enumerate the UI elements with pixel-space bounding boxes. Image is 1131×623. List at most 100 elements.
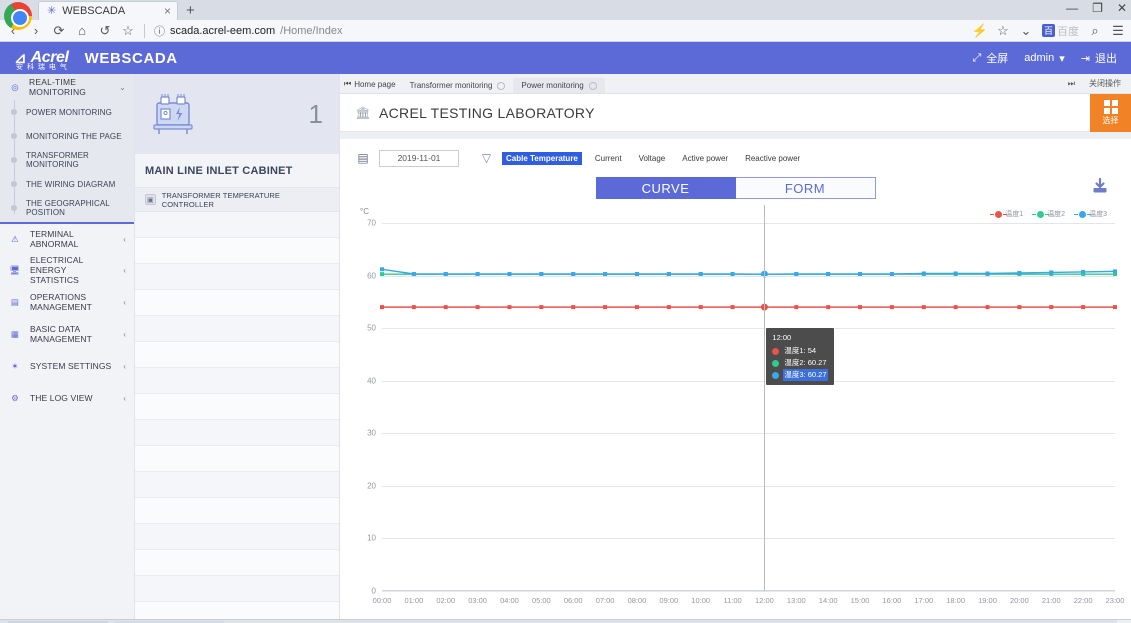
device-card[interactable]: 1 — [135, 74, 339, 154]
sidebar-item-power-monitoring[interactable]: POWER MONITORING — [0, 100, 134, 124]
filter-tab-cable-temperature[interactable]: Cable Temperature — [502, 152, 582, 165]
close-operation-label[interactable]: 关闭操作 — [1089, 78, 1121, 89]
tab-label: Power monitoring — [521, 81, 583, 90]
series-point[interactable] — [380, 267, 384, 271]
sidebar-group-realtime-monitoring[interactable]: ◎ REAL-TIME MONITORING ⌄ — [0, 74, 134, 100]
flash-icon[interactable]: ⚡ — [973, 24, 987, 38]
series-point[interactable] — [667, 305, 671, 309]
series-point[interactable] — [444, 305, 448, 309]
address-bar[interactable]: ⓘ scada.acrel-eem.com /Home/Index — [154, 23, 964, 39]
tab-curve[interactable]: CURVE — [596, 177, 736, 199]
tab-power-monitoring[interactable]: Power monitoring — [513, 78, 604, 93]
maximize-icon[interactable]: ❐ — [1092, 1, 1103, 15]
menu-icon[interactable]: ☰ — [1111, 24, 1125, 38]
series-point[interactable] — [380, 305, 384, 309]
filter-icon[interactable]: ▽ — [480, 152, 493, 165]
fullscreen-button[interactable]: ⤢ 全屏 — [972, 50, 1008, 66]
close-icon[interactable] — [589, 82, 597, 90]
series-point[interactable] — [1049, 305, 1053, 309]
series-point[interactable] — [731, 305, 735, 309]
y-axis-unit: °C — [360, 207, 369, 216]
chrome-logo-icon — [4, 2, 32, 30]
series-point[interactable] — [507, 305, 511, 309]
series-point[interactable] — [826, 305, 830, 309]
series-point[interactable] — [603, 305, 607, 309]
table-row — [135, 576, 339, 602]
history-icon[interactable]: ↺ — [98, 24, 112, 38]
select-button[interactable]: 选择 — [1090, 94, 1131, 132]
calendar-icon[interactable]: ▤ — [356, 151, 370, 165]
series-point[interactable] — [1081, 305, 1085, 309]
next-icon[interactable]: ⏭ — [1068, 79, 1075, 89]
series-point[interactable] — [476, 305, 480, 309]
series-point[interactable] — [794, 305, 798, 309]
legend-item-1[interactable]: 温度1 — [995, 209, 1023, 219]
sidebar-item-the-geographical-position[interactable]: THE GEOGRAPHICAL POSITION — [0, 196, 134, 220]
tab-transformer-monitoring[interactable]: Transformer monitoring — [402, 78, 514, 93]
series-point[interactable] — [986, 305, 990, 309]
forward-icon[interactable]: › — [29, 24, 43, 38]
series-point[interactable] — [1113, 269, 1117, 273]
sidebar-item-transformer-monitoring[interactable]: TRANSFORMER MONITORING — [0, 148, 134, 172]
sidebar-item-terminal-abnormal[interactable]: ⚠ TERMINAL ABNORMAL ‹ — [0, 222, 134, 254]
legend-item-3[interactable]: 温度3 — [1079, 209, 1107, 219]
close-icon[interactable]: × — [164, 4, 171, 18]
series-point[interactable] — [1017, 271, 1021, 275]
series-point[interactable] — [858, 305, 862, 309]
user-label: admin — [1024, 52, 1054, 64]
series-point[interactable] — [571, 305, 575, 309]
series-point[interactable] — [890, 305, 894, 309]
filter-tab-reactive-power[interactable]: Reactive power — [741, 152, 804, 165]
close-window-icon[interactable]: ✕ — [1117, 1, 1127, 15]
x-axis-tick: 12:00 — [755, 596, 774, 605]
extension-baidu[interactable]: 百 百度 — [1042, 23, 1079, 39]
user-menu[interactable]: admin ▾ — [1024, 52, 1065, 65]
series-point[interactable] — [1113, 305, 1117, 309]
site-info-icon[interactable]: ⓘ — [154, 23, 165, 39]
filter-tab-active-power[interactable]: Active power — [678, 152, 732, 165]
reload-icon[interactable]: ⟳ — [52, 24, 66, 38]
browser-tab[interactable]: ✳ WEBSCADA × — [38, 1, 178, 20]
sidebar-item-electrical-energy-statistics[interactable]: 🖥 ELECTRICAL ENERGY STATISTICS ‹ — [0, 254, 134, 286]
logout-button[interactable]: ⇥ 退出 — [1081, 50, 1117, 66]
series-point[interactable] — [635, 305, 639, 309]
device-list-item[interactable]: ▣ TRANSFORMER TEMPERATURE CONTROLLER — [135, 188, 339, 212]
minimize-icon[interactable]: — — [1066, 1, 1078, 15]
legend-item-2[interactable]: 温度2 — [1037, 209, 1065, 219]
tab-form[interactable]: FORM — [736, 177, 876, 199]
search-icon[interactable]: ⌕ — [1088, 24, 1102, 38]
new-tab-button[interactable]: + — [186, 2, 195, 20]
breadcrumb-home[interactable]: ⏮ Home page — [340, 79, 402, 93]
sidebar-item-system-settings[interactable]: ✶ SYSTEM SETTINGS ‹ — [0, 350, 134, 382]
series-point[interactable] — [1049, 270, 1053, 274]
app-body: ◎ REAL-TIME MONITORING ⌄ POWER MONITORIN… — [0, 74, 1131, 619]
filter-tab-voltage[interactable]: Voltage — [635, 152, 670, 165]
filter-tab-current[interactable]: Current — [591, 152, 626, 165]
series-point[interactable] — [412, 305, 416, 309]
sidebar-item-the-log-view[interactable]: ⚙ THE LOG VIEW ‹ — [0, 382, 134, 414]
chevron-down-icon[interactable]: ⌄ — [1019, 24, 1033, 38]
sidebar-item-operations-management[interactable]: ▤ OPERATIONS MANAGEMENT ‹ — [0, 286, 134, 318]
sidebar-item-label: OPERATIONS MANAGEMENT — [30, 292, 115, 312]
bookmark-icon[interactable]: ☆ — [121, 24, 135, 38]
close-icon[interactable] — [497, 82, 505, 90]
series-point[interactable] — [699, 305, 703, 309]
series-point[interactable] — [922, 305, 926, 309]
download-button[interactable] — [1089, 175, 1111, 197]
gridline: 30 — [382, 433, 1115, 434]
sidebar-item-basic-data-management[interactable]: ▦ BASIC DATA MANAGEMENT ‹ — [0, 318, 134, 350]
table-row — [135, 394, 339, 420]
table-row — [135, 498, 339, 524]
sidebar-item-the-wiring-diagram[interactable]: THE WIRING DIAGRAM — [0, 172, 134, 196]
sidebar-item-monitoring-the-page[interactable]: MONITORING THE PAGE — [0, 124, 134, 148]
series-point[interactable] — [539, 305, 543, 309]
series-point[interactable] — [1017, 305, 1021, 309]
building-icon: 🏛 — [356, 106, 370, 120]
series-point[interactable] — [1081, 270, 1085, 274]
date-input[interactable] — [379, 150, 459, 167]
app-header: ⊿ Acrel 安 科 瑞 电 气 WEBSCADA ⤢ 全屏 admin ▾ … — [0, 42, 1131, 74]
series-point[interactable] — [954, 305, 958, 309]
favorite-icon[interactable]: ☆ — [996, 24, 1010, 38]
tooltip-row: 温度3: 60.27 — [772, 369, 827, 381]
home-icon[interactable]: ⌂ — [75, 24, 89, 38]
